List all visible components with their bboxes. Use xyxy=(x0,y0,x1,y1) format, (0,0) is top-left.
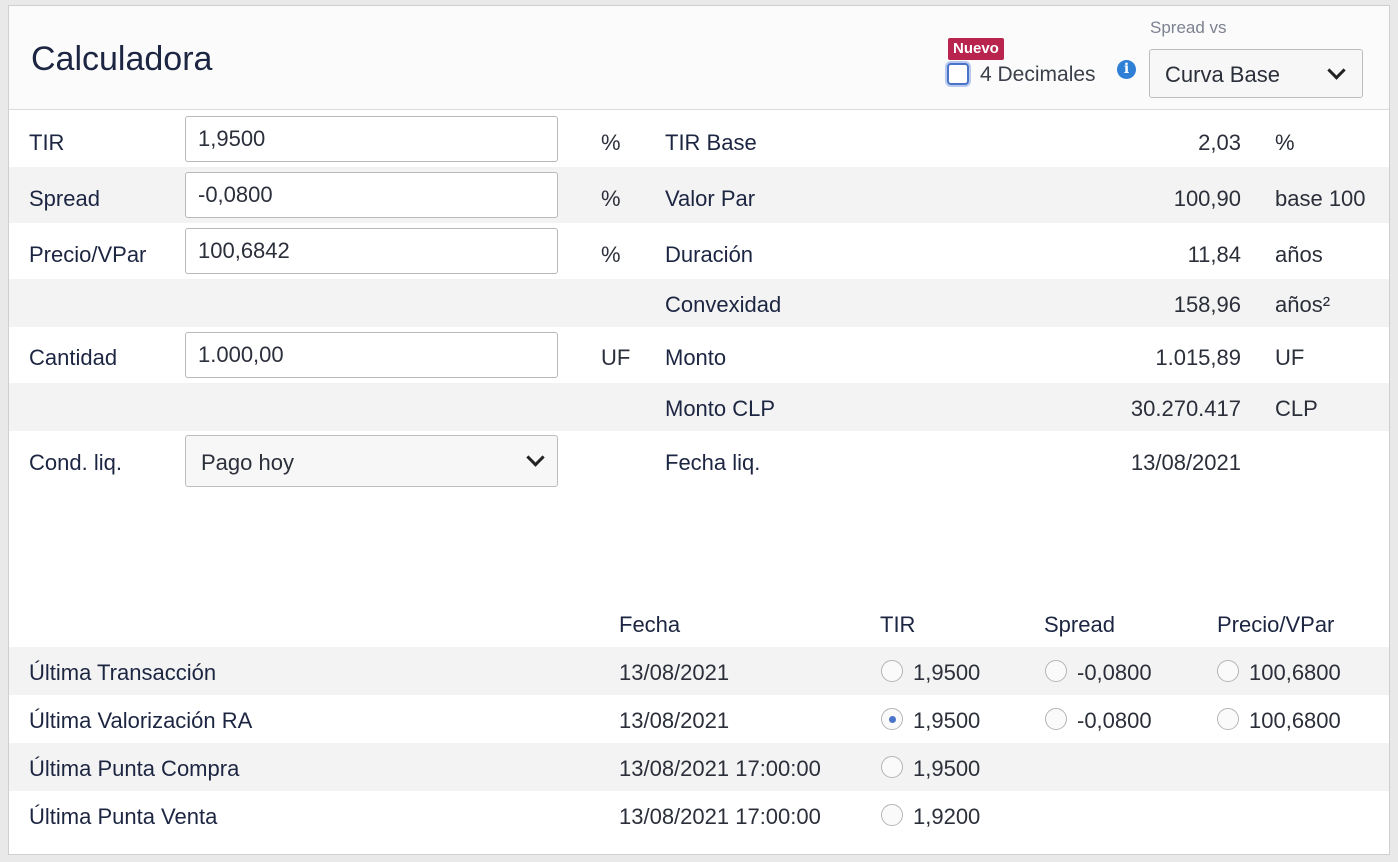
cond-liq-label: Cond. liq. xyxy=(29,450,122,475)
row-fecha: 13/08/2021 xyxy=(619,660,730,685)
tir-input[interactable] xyxy=(185,116,558,162)
monto-value: 1.015,89 xyxy=(1155,345,1241,370)
tir-base-label: TIR Base xyxy=(665,130,757,155)
row-tir: 1,9500 xyxy=(913,756,981,781)
valor-par-unit: base 100 xyxy=(1275,186,1366,211)
tir-radio[interactable] xyxy=(881,660,903,682)
monto-clp-unit: CLP xyxy=(1275,396,1318,421)
info-icon[interactable]: i xyxy=(1117,60,1136,79)
row-spread: Spread % Valor Par 100,90 base 100 xyxy=(9,167,1389,223)
fecha-liq-label: Fecha liq. xyxy=(665,450,761,475)
convexidad-value: 158,96 xyxy=(1173,292,1241,317)
cantidad-label: Cantidad xyxy=(29,345,118,370)
row-tir: 1,9500 xyxy=(913,660,981,685)
duracion-value: 11,84 xyxy=(1187,242,1241,267)
chevron-down-icon xyxy=(526,448,545,467)
tir-base-value: 2,03 xyxy=(1198,130,1241,155)
table-row: Última Transacción 13/08/2021 1,9500 -0,… xyxy=(9,647,1389,695)
chevron-down-icon xyxy=(1327,61,1346,80)
monto-unit: UF xyxy=(1275,345,1305,370)
valor-par-label: Valor Par xyxy=(665,186,756,211)
th-tir: TIR xyxy=(880,612,916,637)
spread-vs-select[interactable]: Curva Base xyxy=(1149,49,1363,98)
table-header: Fecha TIR Spread Precio/VPar xyxy=(9,602,1389,646)
row-spread: -0,0800 xyxy=(1077,708,1152,733)
decimals-checkbox[interactable] xyxy=(947,63,969,85)
decimals-label[interactable]: 4 Decimales xyxy=(980,63,1096,87)
spread-radio[interactable] xyxy=(1045,660,1067,682)
row-convexidad: Convexidad 158,96 años² xyxy=(9,279,1389,327)
precio-radio[interactable] xyxy=(1217,708,1239,730)
precio-input[interactable] xyxy=(185,228,558,274)
row-precio: 100,6800 xyxy=(1249,708,1341,733)
spread-vs-value: Curva Base xyxy=(1165,62,1280,87)
th-spread: Spread xyxy=(1044,612,1115,637)
row-name: Última Transacción xyxy=(29,660,217,685)
monto-clp-label: Monto CLP xyxy=(665,396,776,421)
precio-unit: % xyxy=(601,242,621,267)
cond-liq-select[interactable]: Pago hoy xyxy=(185,435,558,487)
tir-base-unit: % xyxy=(1275,130,1295,155)
row-fecha: 13/08/2021 17:00:00 xyxy=(619,804,821,829)
cantidad-input[interactable] xyxy=(185,332,558,378)
precio-label: Precio/VPar xyxy=(29,242,147,267)
spread-input[interactable] xyxy=(185,172,558,218)
row-precio: 100,6800 xyxy=(1249,660,1341,685)
precio-radio[interactable] xyxy=(1217,660,1239,682)
row-cond-liq: Cond. liq. Pago hoy Fecha liq. 13/08/202… xyxy=(9,431,1389,491)
duracion-unit: años xyxy=(1275,242,1323,267)
cond-liq-value: Pago hoy xyxy=(201,450,294,475)
spread-radio[interactable] xyxy=(1045,708,1067,730)
tir-unit: % xyxy=(601,130,621,155)
row-fecha: 13/08/2021 xyxy=(619,708,730,733)
spread-label: Spread xyxy=(29,186,100,211)
row-spread: -0,0800 xyxy=(1077,660,1152,685)
th-fecha: Fecha xyxy=(619,612,681,637)
table-row: Última Valorización RA 13/08/2021 1,9500… xyxy=(9,695,1389,743)
tir-radio[interactable] xyxy=(881,756,903,778)
th-precio: Precio/VPar xyxy=(1217,612,1335,637)
panel-header: Calculadora Nuevo 4 Decimales i Spread v… xyxy=(9,6,1389,110)
row-name: Última Punta Compra xyxy=(29,756,240,781)
row-cantidad: Cantidad UF Monto 1.015,89 UF xyxy=(9,327,1389,383)
monto-label: Monto xyxy=(665,345,727,370)
row-name: Última Valorización RA xyxy=(29,708,253,733)
table-row: Última Punta Compra 13/08/2021 17:00:00 … xyxy=(9,743,1389,791)
tir-radio[interactable] xyxy=(881,804,903,826)
new-badge: Nuevo xyxy=(948,38,1004,60)
row-precio: Precio/VPar % Duración 11,84 años xyxy=(9,223,1389,279)
convexidad-unit: años² xyxy=(1275,292,1331,317)
spread-unit: % xyxy=(601,186,621,211)
page-title: Calculadora xyxy=(31,40,213,78)
calculator-panel: Calculadora Nuevo 4 Decimales i Spread v… xyxy=(8,5,1390,855)
duracion-label: Duración xyxy=(665,242,754,267)
valor-par-value: 100,90 xyxy=(1173,186,1241,211)
row-monto-clp: Monto CLP 30.270.417 CLP xyxy=(9,383,1389,431)
spread-vs-label: Spread vs xyxy=(1150,18,1227,37)
convexidad-label: Convexidad xyxy=(665,292,782,317)
row-tir: TIR % TIR Base 2,03 % xyxy=(9,111,1389,167)
monto-clp-value: 30.270.417 xyxy=(1130,396,1241,421)
fecha-liq-value: 13/08/2021 xyxy=(1130,450,1241,475)
tir-radio[interactable] xyxy=(881,708,903,730)
row-fecha: 13/08/2021 17:00:00 xyxy=(619,756,821,781)
cantidad-unit: UF xyxy=(601,345,631,370)
table-row: Última Punta Venta 13/08/2021 17:00:00 1… xyxy=(9,791,1389,839)
tir-label: TIR xyxy=(29,130,65,155)
row-tir: 1,9200 xyxy=(913,804,981,829)
row-name: Última Punta Venta xyxy=(29,804,218,829)
row-tir: 1,9500 xyxy=(913,708,981,733)
